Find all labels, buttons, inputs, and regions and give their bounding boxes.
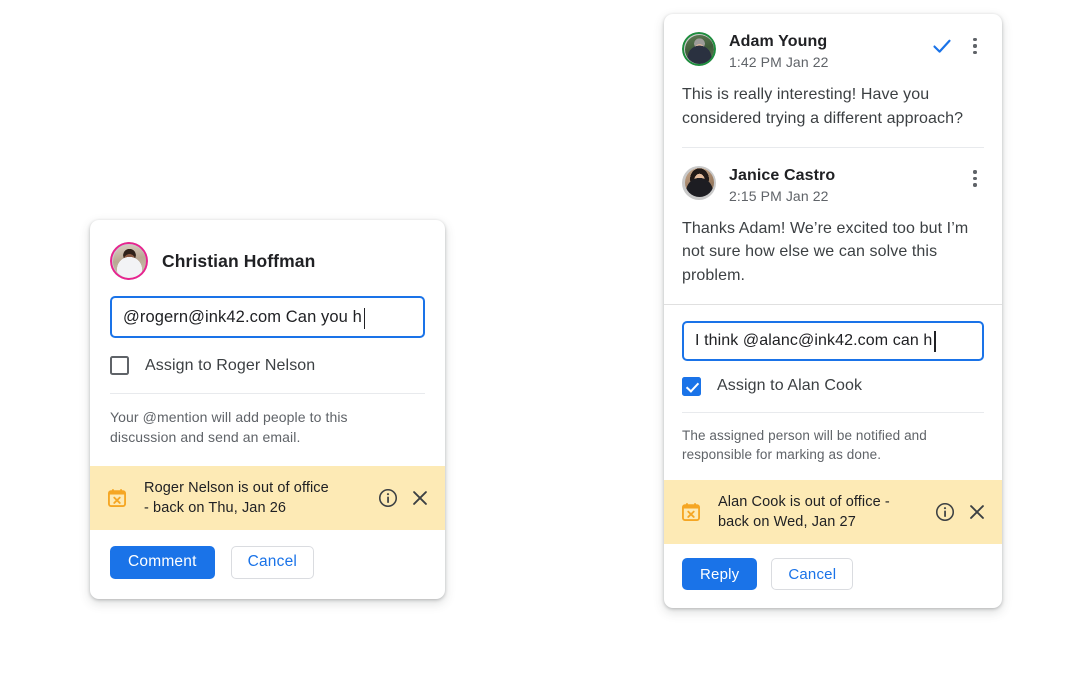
comment-tools [930,32,984,58]
more-options-icon[interactable] [966,168,984,190]
kebab-dot [973,176,977,181]
reply-input[interactable]: I think @alanc@ink42.com can h [682,320,984,361]
kebab-dot [973,37,977,42]
comment-tools [966,166,984,190]
text-caret [934,331,936,353]
out-of-office-text: Alan Cook is out of office - back on Wed… [718,492,924,532]
screenshot-canvas: Christian Hoffman @rogern@ink42.com Can … [0,0,1070,676]
kebab-dot [973,44,977,48]
adam-young-avatar [682,32,716,66]
comment-compose-card: Christian Hoffman @rogern@ink42.com Can … [90,220,445,599]
resolve-check-icon[interactable] [930,34,954,58]
ooo-line-2: back on Wed, Jan 27 [718,514,856,531]
reply-field-wrapper: I think @alanc@ink42.com can h [664,305,1002,361]
christian-hoffman-avatar [110,242,148,280]
out-of-office-text: Roger Nelson is out of office - back on … [144,478,367,518]
info-icon[interactable] [934,501,956,523]
comment-author-name: Christian Hoffman [162,250,316,271]
more-options-icon[interactable] [966,35,984,57]
assign-checkbox[interactable] [682,376,701,396]
comment-input-value: @rogern@ink42.com Can you h [123,307,362,326]
mention-helper-text: Your @mention will add people to this di… [110,409,348,445]
comment-timestamp: 1:42 PM Jan 22 [729,54,829,71]
assign-checkbox[interactable] [110,356,129,375]
avatar-photo [684,168,714,198]
comment-header: Janice Castro 2:15 PM Jan 22 [682,165,984,204]
text-caret [363,307,366,329]
comment-body: This is really interesting! Have you con… [682,86,964,127]
comment-item: Adam Young 1:42 PM Jan 22 This is really… [664,14,1002,147]
comment-author-header: Christian Hoffman [90,220,445,280]
avatar-photo [112,244,146,278]
comment-author-name: Adam Young [729,33,828,50]
comment-item: Janice Castro 2:15 PM Jan 22 Thanks Adam… [664,148,1002,304]
assign-checkbox-label: Assign to Roger Nelson [145,356,316,374]
reply-input-value: I think @alanc@ink42.com can h [695,331,933,349]
assign-helper-text: The assigned person will be notified and… [682,427,927,462]
ooo-line-1: Roger Nelson is out of office [144,479,329,496]
cancel-button[interactable]: Cancel [771,558,854,591]
comment-meta: Adam Young 1:42 PM Jan 22 [729,32,930,70]
comment-button[interactable]: Comment [110,545,215,579]
comment-thread-card: Adam Young 1:42 PM Jan 22 This is really… [664,14,1002,609]
info-icon[interactable] [377,487,399,509]
comment-author-name: Janice Castro [729,166,836,184]
comment-timestamp: 2:15 PM Jan 22 [729,187,829,204]
comment-meta: Janice Castro 2:15 PM Jan 22 [729,166,966,204]
janice-castro-avatar [682,165,716,200]
comment-header: Adam Young 1:42 PM Jan 22 [682,32,984,70]
compose-field-wrapper: @rogern@ink42.com Can you h [90,280,445,338]
close-icon[interactable] [966,501,988,523]
kebab-dot [973,170,977,174]
assign-row[interactable]: Assign to Alan Cook [664,361,1002,396]
kebab-dot [973,50,977,55]
ooo-line-1: Alan Cook is out of office - [718,494,890,511]
calendar-busy-icon [108,488,126,507]
kebab-dot [973,183,977,187]
reply-button[interactable]: Reply [682,558,758,591]
assign-row[interactable]: Assign to Roger Nelson [90,338,445,375]
out-of-office-banner: Alan Cook is out of office - back on Wed… [664,480,1002,545]
out-of-office-banner: Roger Nelson is out of office - back on … [90,465,445,530]
ooo-line-2: - back on Thu, Jan 26 [144,499,287,516]
cancel-button[interactable]: Cancel [230,545,315,579]
reply-actions: Reply Cancel [664,544,1002,608]
close-icon[interactable] [409,487,431,509]
assign-checkbox-label: Assign to Alan Cook [717,377,863,395]
calendar-busy-icon [682,503,700,522]
comment-input[interactable]: @rogern@ink42.com Can you h [110,296,425,338]
comment-body: Thanks Adam! We’re excited too but I’m n… [682,219,969,285]
comment-actions: Comment Cancel [90,530,445,599]
avatar-photo [684,34,714,64]
